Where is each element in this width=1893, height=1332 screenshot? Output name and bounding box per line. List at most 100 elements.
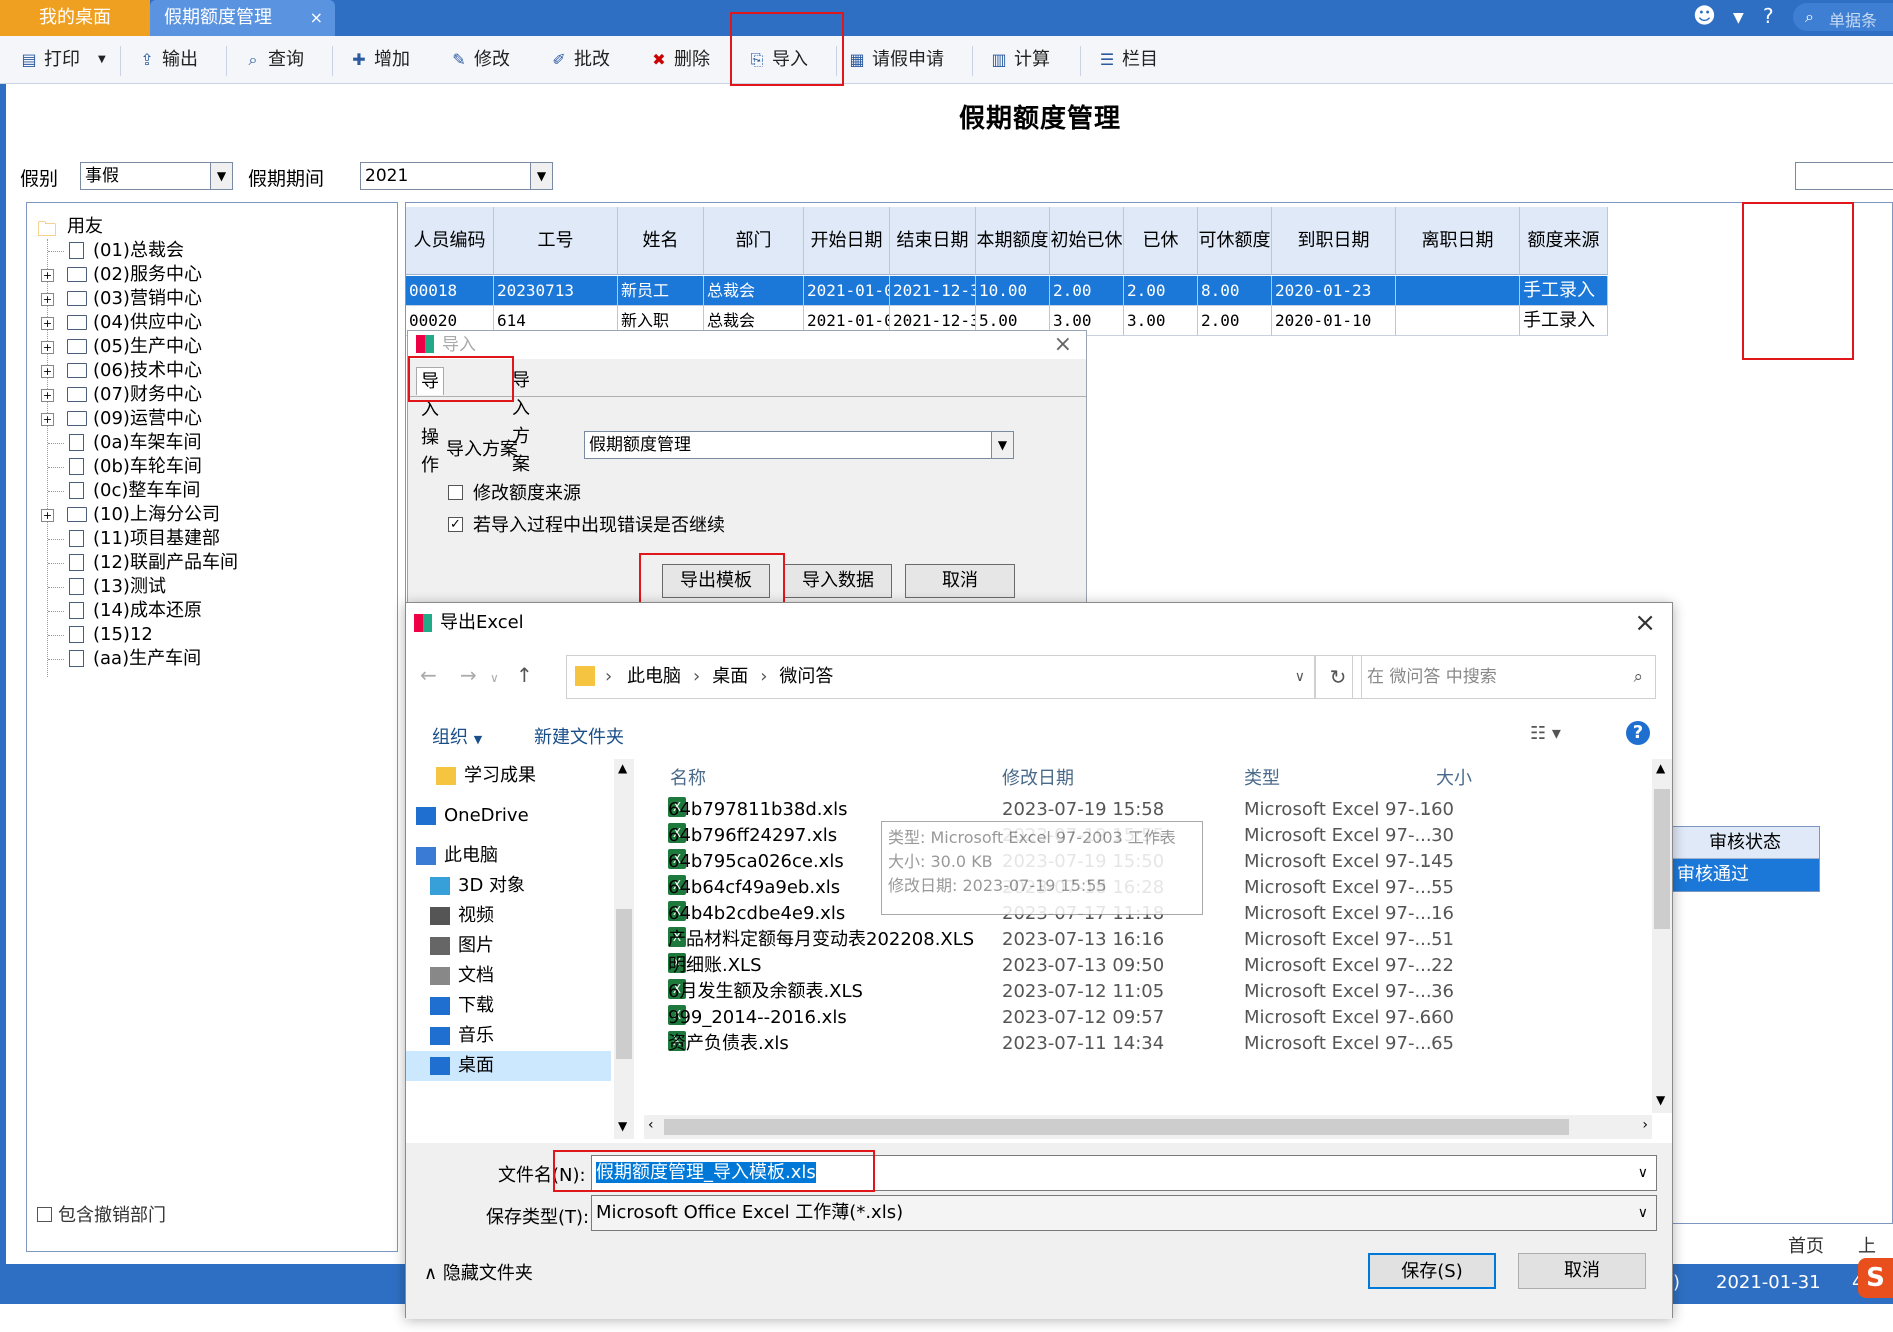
smiley-icon[interactable]: ☻ xyxy=(1693,4,1716,29)
expand-icon[interactable]: + xyxy=(41,293,54,306)
nav-item[interactable]: 视频 xyxy=(430,901,494,931)
expand-icon[interactable]: + xyxy=(41,269,54,282)
import-button[interactable]: ⎘ 导入 xyxy=(746,44,808,76)
delete-button[interactable]: ✖ 删除 xyxy=(648,44,710,76)
breadcrumb-item[interactable]: 桌面 xyxy=(712,666,748,687)
filetype-select[interactable]: Microsoft Office Excel 工作薄(*.xls) ∨ xyxy=(591,1195,1657,1231)
grid-header[interactable]: 人员编码 xyxy=(406,207,494,275)
document-icon xyxy=(69,482,84,499)
nav-item[interactable]: 文档 xyxy=(430,961,494,991)
continue-on-error-checkbox[interactable]: ✓ 若导入过程中出现错误是否继续 xyxy=(448,511,725,537)
col-type[interactable]: 类型 xyxy=(1244,763,1280,795)
ime-logo-icon[interactable]: S xyxy=(1858,1258,1893,1298)
grid-header[interactable]: 本期额度 xyxy=(976,207,1050,275)
query-button[interactable]: ⌕ 查询 xyxy=(242,44,304,76)
breadcrumb-item[interactable]: 此电脑 xyxy=(627,666,681,687)
save-button[interactable]: 保存(S) xyxy=(1368,1253,1496,1289)
grid-header[interactable]: 离职日期 xyxy=(1396,207,1520,275)
nav-item[interactable]: 3D 对象 xyxy=(430,871,525,901)
nav-item[interactable]: 学习成果 xyxy=(436,761,536,791)
grid-header[interactable]: 姓名 xyxy=(618,207,704,275)
tab-import-operation[interactable]: 导入操作 xyxy=(416,367,444,476)
chevron-down-icon[interactable]: ∨ xyxy=(1295,656,1305,698)
chevron-down-icon: ▼ xyxy=(991,432,1013,458)
period-select[interactable]: 2021 ▼ xyxy=(360,162,553,190)
chevron-down-icon[interactable]: ▼ xyxy=(98,44,106,76)
tab-import-scheme[interactable]: 导入方案 xyxy=(508,367,534,475)
filename-field[interactable]: 假期额度管理_导入模板.xls ∨ xyxy=(591,1155,1657,1191)
view-options-icon[interactable]: ☷ ▾ xyxy=(1530,723,1561,744)
chevron-down-icon[interactable]: ▼ xyxy=(1733,10,1744,26)
nav-item[interactable]: 下载 xyxy=(430,991,494,1021)
chevron-down-icon[interactable]: ∨ xyxy=(1638,1156,1648,1190)
expand-icon[interactable]: + xyxy=(41,389,54,402)
audit-value[interactable]: 审核通过 xyxy=(1671,859,1819,891)
horizontal-scrollbar[interactable]: ‹ › xyxy=(644,1115,1652,1139)
document-icon xyxy=(69,626,84,643)
expand-icon[interactable]: + xyxy=(41,413,54,426)
export-button[interactable]: ⇪ 输出 xyxy=(136,44,198,76)
edit-button[interactable]: ✎ 修改 xyxy=(448,44,510,76)
breadcrumb-item[interactable]: 微问答 xyxy=(779,666,833,687)
filter-input-right[interactable] xyxy=(1795,162,1893,190)
nav-scrollbar[interactable]: ▲ ▼ xyxy=(614,759,634,1139)
export-template-button[interactable]: 导出模板 xyxy=(662,564,770,598)
expand-icon[interactable]: + xyxy=(41,317,54,330)
grid-header[interactable]: 开始日期 xyxy=(804,207,890,275)
organize-button[interactable]: 组织 ▼ xyxy=(432,723,482,749)
folder-icon xyxy=(430,1027,450,1045)
scheme-select[interactable]: 假期额度管理 ▼ xyxy=(584,431,1014,459)
first-page-link[interactable]: 首页 xyxy=(1788,1232,1824,1258)
search-input[interactable]: ⌕ 单据条 xyxy=(1793,3,1893,31)
nav-item[interactable]: OneDrive xyxy=(416,801,529,831)
up-icon[interactable]: ↑ xyxy=(516,663,533,687)
chevron-down-icon[interactable]: ∨ xyxy=(1638,1196,1648,1230)
cancel-button[interactable]: 取消 xyxy=(1518,1253,1646,1289)
cancel-button[interactable]: 取消 xyxy=(905,564,1015,598)
columns-button[interactable]: ☰ 栏目 xyxy=(1096,44,1158,76)
leave-type-select[interactable]: 事假 ▼ xyxy=(80,162,233,190)
grid-header[interactable]: 工号 xyxy=(494,207,618,275)
file-list-scrollbar[interactable]: ▲ ▼ xyxy=(1652,759,1672,1113)
import-data-button[interactable]: 导入数据 xyxy=(784,564,892,598)
col-size[interactable]: 大小 xyxy=(1436,763,1472,795)
help-icon[interactable]: ? xyxy=(1763,4,1774,28)
grid-header[interactable]: 已休 xyxy=(1124,207,1198,275)
query-icon: ⌕ xyxy=(248,50,258,69)
add-button[interactable]: ✚ 增加 xyxy=(348,44,410,76)
hide-folders-toggle[interactable]: ∧ 隐藏文件夹 xyxy=(424,1259,533,1285)
close-icon[interactable]: × xyxy=(1634,603,1656,643)
close-icon[interactable]: × xyxy=(310,0,323,36)
col-date[interactable]: 修改日期 xyxy=(1002,763,1074,795)
grid-header[interactable]: 到职日期 xyxy=(1272,207,1396,275)
nav-item[interactable]: 桌面 xyxy=(406,1051,611,1081)
batch-edit-button[interactable]: ✐ 批改 xyxy=(548,44,610,76)
nav-item[interactable]: 图片 xyxy=(430,931,494,961)
close-icon[interactable]: × xyxy=(1054,331,1072,359)
expand-icon[interactable]: + xyxy=(41,341,54,354)
tab-leave-quota[interactable]: 假期额度管理 × xyxy=(150,0,335,36)
search-field[interactable]: 在 微问答 中搜索 ⌕ xyxy=(1352,655,1656,699)
back-icon[interactable]: ← xyxy=(420,663,437,687)
nav-item[interactable]: 音乐 xyxy=(430,1021,494,1051)
calc-button[interactable]: ▥ 计算 xyxy=(988,44,1050,76)
include-revoked-checkbox[interactable]: 包含撤销部门 xyxy=(37,1201,166,1227)
new-folder-button[interactable]: 新建文件夹 xyxy=(534,723,624,749)
expand-icon[interactable]: + xyxy=(41,509,54,522)
col-name[interactable]: 名称 xyxy=(670,763,706,795)
grid-header[interactable]: 部门 xyxy=(704,207,804,275)
print-button[interactable]: ▤ 打印 ▼ xyxy=(18,44,106,76)
nav-item[interactable]: 此电脑 xyxy=(416,841,498,871)
grid-header[interactable]: 额度来源 xyxy=(1520,207,1608,275)
address-bar[interactable]: › 此电脑 › 桌面 › 微问答 ∨ xyxy=(566,655,1316,699)
leave-apply-button[interactable]: ▦ 请假申请 xyxy=(846,44,944,76)
grid-header[interactable]: 可休额度 xyxy=(1198,207,1272,275)
forward-icon[interactable]: → xyxy=(460,663,477,687)
grid-header[interactable]: 结束日期 xyxy=(890,207,976,275)
tab-home[interactable]: 我的桌面 xyxy=(0,0,150,36)
modify-source-checkbox[interactable]: 修改额度来源 xyxy=(448,479,581,505)
chevron-down-icon[interactable]: ∨ xyxy=(490,671,499,685)
grid-header[interactable]: 初始已休 xyxy=(1050,207,1124,275)
expand-icon[interactable]: + xyxy=(41,365,54,378)
help-icon[interactable]: ? xyxy=(1626,721,1650,745)
